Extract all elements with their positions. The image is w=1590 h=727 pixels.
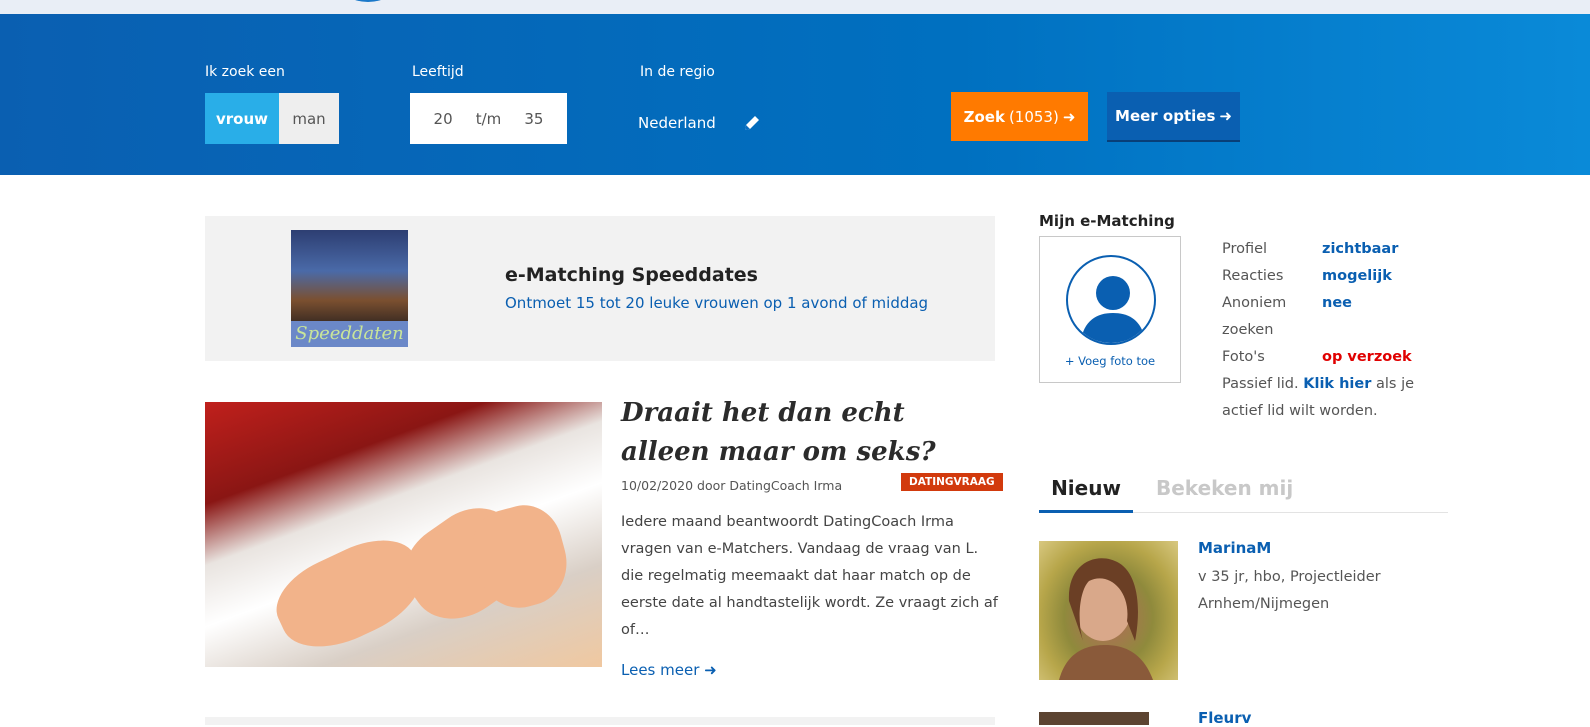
status-value[interactable]: mogelijk [1322,263,1392,290]
arrow-right-icon: ➜ [1219,107,1232,125]
status-key: Profiel [1222,241,1268,257]
foot-shape [264,524,436,665]
tab-bekeken-mij[interactable]: Bekeken mij [1156,476,1293,500]
promo-subtitle[interactable]: Ontmoet 15 tot 20 leuke vrouwen op 1 avo… [505,294,928,312]
speeddates-promo[interactable]: Speeddaten e-Matching Speeddates Ontmoet… [205,216,995,361]
age-label: Leeftijd [412,64,464,80]
region-label: In de regio [640,64,715,80]
age-min-input[interactable]: 20 [434,110,453,128]
gender-toggle: vrouw man [205,93,339,144]
activate-link[interactable]: Klik hier [1303,376,1371,392]
status-key: Reacties [1222,268,1284,284]
pencil-icon[interactable] [742,113,762,133]
next-card-edge [205,717,995,725]
sidebar-title: Mijn e-Matching [1039,212,1175,230]
member-name[interactable]: Fleurv [1198,709,1251,727]
status-row: Reacties mogelijk [1222,263,1442,290]
speeddates-image-caption: Speeddaten [291,321,408,347]
gender-option-man[interactable]: man [279,93,339,144]
status-key: Anoniem zoeken [1222,295,1287,338]
age-range: 20 t/m 35 [410,93,567,144]
read-more-label: Lees meer [621,661,700,679]
gender-option-vrouw[interactable]: vrouw [205,93,279,144]
member-tabs: Nieuw Bekeken mij [1039,476,1448,513]
member-name[interactable]: MarinaM [1198,539,1271,557]
passive-member-note: Passief lid. Klik hier als je actief lid… [1222,371,1442,425]
user-silhouette-icon [1066,255,1156,345]
article-excerpt: Iedere maand beantwoordt DatingCoach Irm… [621,514,998,638]
search-result-count: (1053) [1008,107,1059,126]
add-photo-box[interactable]: + Voeg foto toe [1039,236,1181,383]
search-button[interactable]: Zoek (1053) ➜ [951,92,1088,141]
promo-title: e-Matching Speeddates [505,264,758,286]
read-more-link[interactable]: Lees meer ➜ [621,661,717,679]
article-tag-badge[interactable]: DATINGVRAAG [901,473,1003,491]
status-value[interactable]: op verzoek [1322,344,1412,371]
arrow-right-icon: ➜ [1062,107,1076,126]
article-meta: 10/02/2020 door DatingCoach Irma [621,478,843,493]
status-key: Foto's [1222,349,1265,365]
status-row: Profiel zichtbaar [1222,236,1442,263]
article-title[interactable]: Draait het dan echt alleen maar om seks? [621,394,1001,472]
logo-edge [340,0,396,2]
tab-nieuw[interactable]: Nieuw [1039,476,1133,513]
article-image[interactable] [205,402,602,667]
gender-label: Ik zoek een [205,64,285,80]
member-info: v 35 jr, hbo, Projectleider Arnhem/Nijme… [1198,569,1381,612]
status-row: Anoniem zoeken nee [1222,290,1442,344]
member-photo[interactable] [1039,541,1178,680]
member-photo[interactable] [1039,712,1149,725]
more-options-button[interactable]: Meer opties ➜ [1107,92,1240,142]
more-options-label: Meer opties [1115,107,1216,125]
arrow-right-icon: ➜ [704,661,717,679]
region-value[interactable]: Nederland [638,114,716,132]
status-value[interactable]: nee [1322,290,1352,344]
speeddates-image: Speeddaten [291,230,408,347]
status-row: Foto's op verzoek [1222,344,1442,371]
age-separator: t/m [475,109,502,128]
add-photo-link[interactable]: + Voeg foto toe [1040,354,1180,368]
passive-prefix: Passief lid. [1222,376,1299,392]
profile-status: Profiel zichtbaar Reacties mogelijk Anon… [1222,236,1442,425]
top-strip [0,0,1590,14]
age-max-input[interactable]: 35 [524,110,543,128]
search-button-label: Zoek [963,107,1005,126]
status-value[interactable]: zichtbaar [1322,236,1398,263]
